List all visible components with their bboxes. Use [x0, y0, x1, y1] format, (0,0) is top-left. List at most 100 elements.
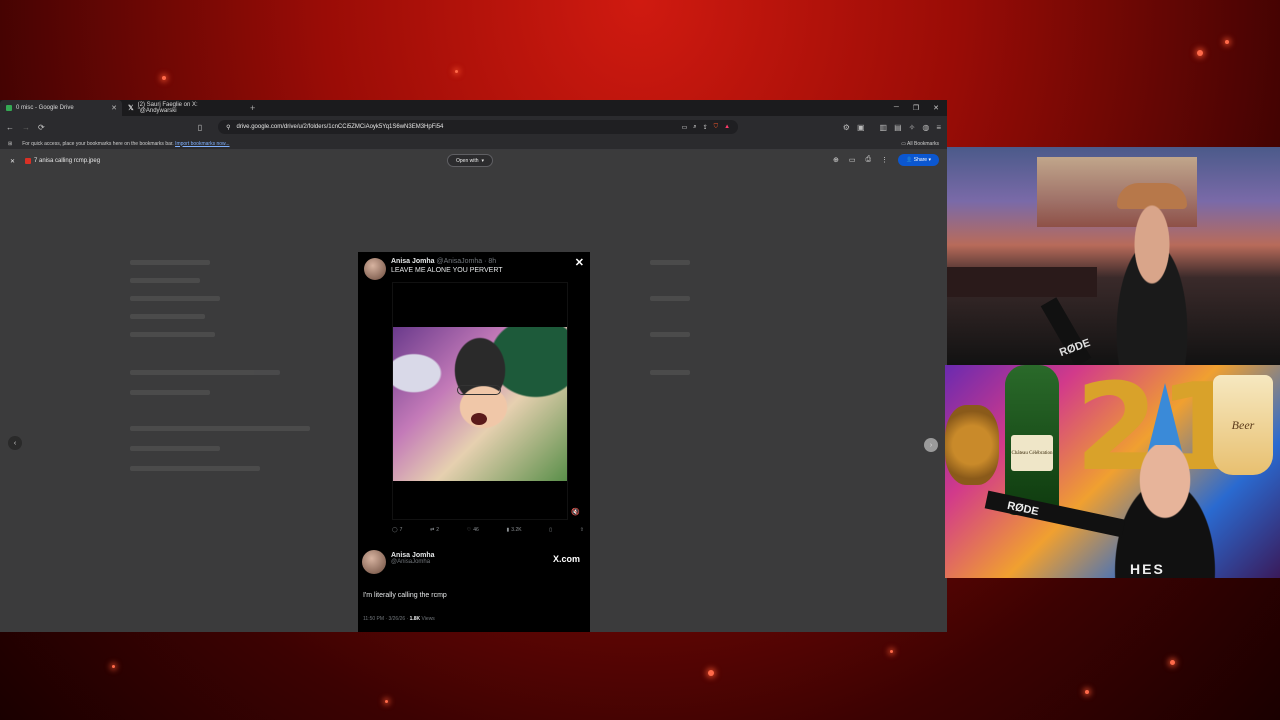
sparkle [1197, 50, 1203, 56]
bottle-label: Château Célébration [1011, 435, 1053, 471]
tweet-text: LEAVE ME ALONE YOU PERVERT [391, 267, 503, 274]
list-item [130, 390, 210, 395]
close-icon[interactable]: ✕ [111, 104, 117, 112]
comment-icon[interactable]: ▭ [849, 156, 856, 164]
sparkle [112, 665, 115, 668]
tweet-image: Anisa Jomha @AnisaJomha · 8h LEAVE ME AL… [358, 252, 590, 632]
share-icon: ⇧ [579, 527, 584, 533]
leo-icon[interactable]: ✧ [909, 123, 916, 132]
back-icon[interactable]: ← [6, 123, 14, 132]
heart-icon: ♡ [466, 527, 472, 533]
mouth [471, 413, 487, 425]
author-name: Anisa Jomha [391, 258, 435, 265]
keyboard [947, 267, 1097, 297]
brave-rewards-icon[interactable]: ▲ [724, 124, 730, 130]
like-stat: ♡ 46 [467, 527, 479, 533]
repost-stat: ⇄ 2 [430, 527, 439, 533]
chevron-down-icon: ▾ [481, 157, 485, 164]
glasses [457, 385, 501, 395]
streamer [1095, 445, 1235, 578]
tweet-author: Anisa Jomha @AnisaJomha · 8h [391, 258, 503, 265]
list-item [130, 278, 200, 283]
lion-statue [945, 405, 999, 485]
chevron-right-icon: › [929, 441, 933, 449]
window-controls: ─ ❐ ✕ [894, 104, 947, 112]
tab-google-drive[interactable]: 0 misc - Google Drive ✕ [0, 100, 122, 116]
list-item [130, 426, 310, 431]
brave-shield-icon[interactable]: ⛉ [714, 124, 719, 131]
address-bar[interactable]: ⚲ drive.google.com/drive/u/2/folders/1cn… [218, 120, 739, 134]
reload-icon[interactable]: ⟳ [38, 123, 45, 132]
bookmark-icon: ▯ [549, 527, 553, 533]
close-icon: ✕ [574, 257, 584, 269]
tweet-stats: ◯ 7 ⇄ 2 ♡ 46 ▮ 3.2K ▯ ⇧ [392, 527, 584, 533]
apps-grid-icon[interactable]: ⊞ [8, 141, 12, 147]
views-stat: ▮ 3.2K [507, 527, 522, 533]
zoom-icon[interactable]: ⌕ [693, 124, 696, 131]
vpn-icon[interactable]: ◍ [922, 123, 929, 132]
menu-icon[interactable]: ≡ [936, 123, 941, 132]
close-icon[interactable]: ✕ [10, 158, 15, 165]
url-text: drive.google.com/drive/u/2/folders/1cnCC… [236, 124, 444, 130]
close-window-icon[interactable]: ✕ [933, 104, 939, 112]
chevron-left-icon: ‹ [13, 439, 17, 447]
sidebar-icon[interactable]: ▥ [880, 123, 888, 132]
views-count: 3.2K [511, 527, 522, 533]
bookmark-icon[interactable]: ▯ [198, 123, 202, 132]
more-options-icon[interactable]: ⋮ [881, 156, 888, 164]
import-bookmarks-link[interactable]: Import bookmarks now... [175, 141, 229, 147]
tweet-views-label: Views [420, 616, 435, 622]
webcam-bottom: Château Célébration 21 Beer RØDE HES [945, 365, 1280, 578]
reply-count: 7 [399, 527, 403, 533]
minimize-icon[interactable]: ─ [894, 104, 899, 112]
sparkle [890, 650, 893, 653]
list-item [130, 314, 205, 319]
wallet-icon[interactable]: ▤ [894, 123, 902, 132]
browser-window: 0 misc - Google Drive ✕ 𝕏 (2) Saurj Faeg… [0, 100, 947, 632]
open-with-button[interactable]: Open with ▾ [447, 154, 494, 167]
mute-icon: 🔇 [571, 509, 580, 516]
bookmarks-hint-text: For quick access, place your bookmarks h… [22, 140, 174, 147]
people-icon: 👤 [906, 157, 913, 163]
list-item [650, 370, 690, 375]
sparkle [385, 700, 388, 703]
add-to-drive-icon[interactable]: ⊕ [833, 156, 839, 164]
sparkle [708, 670, 714, 676]
sparkle [455, 70, 458, 73]
tab-x-post[interactable]: 𝕏 (2) Saurj Faeglie on X: "@Andywarski [122, 100, 244, 116]
all-bookmarks[interactable]: ▭ All Bookmarks [901, 141, 939, 147]
share-button[interactable]: 👤 Share ▾ [898, 154, 939, 166]
tweet-views: 1.8K [409, 616, 421, 622]
tab-label: (2) Saurj Faeglie on X: "@Andywarski [137, 102, 198, 114]
tweet-time: 11:50 PM · 3/26/26 · [363, 616, 410, 622]
author-handle: @AnisaJomha · 8h [436, 258, 497, 265]
list-item [650, 296, 690, 301]
list-item [650, 332, 690, 337]
shirt-text: HES [1130, 561, 1165, 577]
install-icon[interactable]: ▭ [682, 124, 688, 131]
tab-bar: 0 misc - Google Drive ✕ 𝕏 (2) Saurj Faeg… [0, 100, 947, 116]
like-count: 46 [473, 527, 479, 533]
tweet-video [392, 282, 568, 520]
print-icon[interactable]: ⎙ [866, 156, 872, 164]
bookmarks-bar: ⊞ For quick access, place your bookmarks… [0, 138, 947, 150]
previous-file-button[interactable]: ‹ [8, 436, 22, 450]
extension-icon[interactable]: ▣ [857, 123, 865, 132]
all-bookmarks-label: All Bookmarks [907, 140, 939, 147]
tweet-meta: 11:50 PM · 3/26/26 · 1.8K Views [363, 616, 435, 622]
site-info-icon[interactable]: ⚲ [226, 124, 230, 131]
list-item [130, 466, 260, 471]
drive-icon [6, 105, 12, 111]
open-with-label: Open with [456, 157, 479, 164]
next-file-button[interactable]: › [924, 438, 938, 452]
forward-icon[interactable]: → [22, 123, 30, 132]
sparkle [1170, 660, 1175, 665]
extension-icon[interactable]: ⚙ [843, 123, 850, 132]
plus-icon[interactable]: + [244, 103, 261, 113]
tweet-header: Anisa Jomha @AnisaJomha · 8h LEAVE ME AL… [364, 258, 503, 280]
video-frame [393, 327, 567, 481]
folder-icon: ▭ [901, 140, 906, 147]
maximize-icon[interactable]: ❐ [913, 104, 919, 112]
share-page-icon[interactable]: ⇪ [703, 124, 708, 131]
list-item [130, 446, 220, 451]
